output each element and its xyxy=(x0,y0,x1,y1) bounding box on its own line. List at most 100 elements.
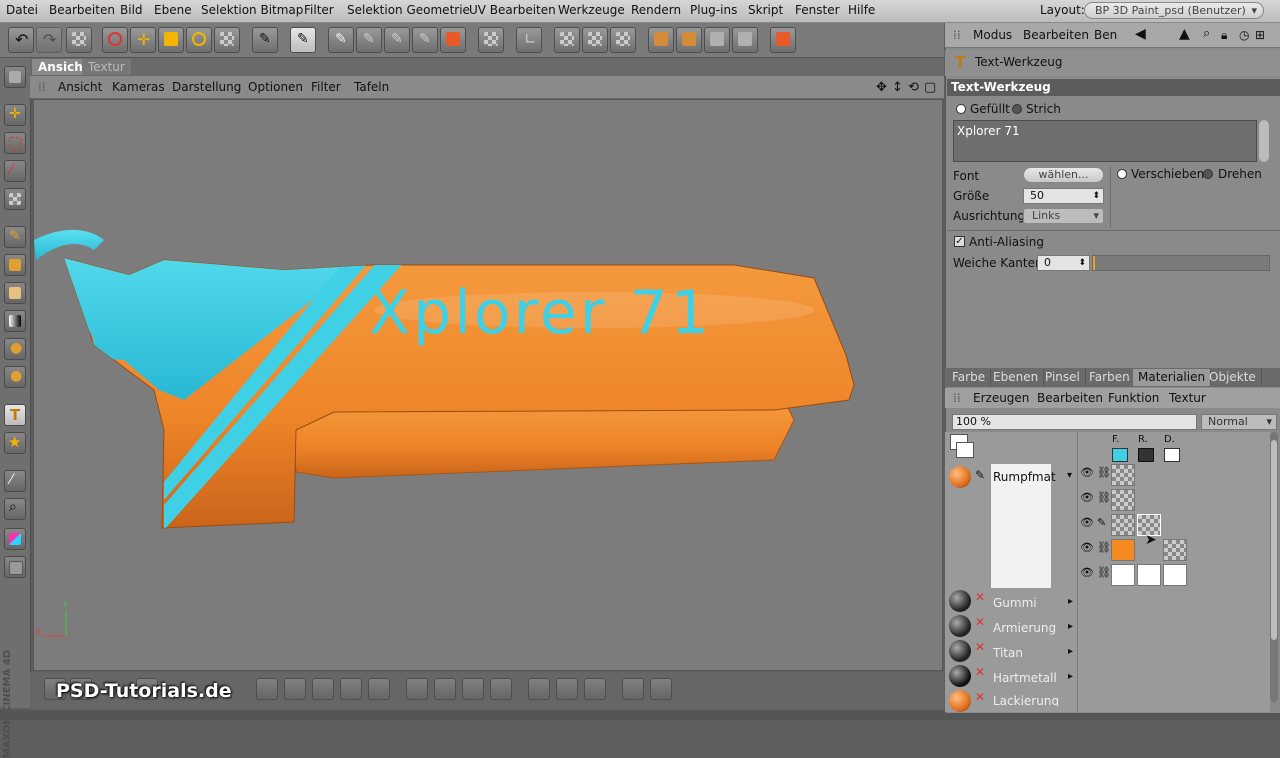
move-tool[interactable]: ✛ xyxy=(4,104,26,126)
material-scrollbar[interactable] xyxy=(1270,432,1278,702)
vmenu-ansicht[interactable]: Ansicht xyxy=(58,80,102,94)
material-ball-hartmetall[interactable] xyxy=(949,665,971,687)
tab-farben[interactable]: Farben xyxy=(1084,369,1136,386)
mask-tool[interactable] xyxy=(4,556,26,578)
zoom-tool[interactable]: ⌕ xyxy=(4,498,26,520)
fill-tool[interactable]: ● xyxy=(4,338,26,360)
chevron-right-icon[interactable]: ▸ xyxy=(1068,671,1073,682)
vmenu-kameras[interactable]: Kameras xyxy=(112,80,165,94)
menu-ebene[interactable]: Ebene xyxy=(154,3,192,17)
close-icon[interactable]: ✕ xyxy=(975,640,985,654)
brush-icon[interactable]: ✎ xyxy=(1097,516,1106,529)
menu-bearbeiten[interactable]: Bearbeiten xyxy=(49,3,115,17)
bottom-tool-16[interactable] xyxy=(622,678,644,700)
menu-selektion-bitmap[interactable]: Selektion Bitmap xyxy=(201,3,303,17)
close-icon[interactable]: ✕ xyxy=(975,615,985,629)
zoom-view-icon[interactable]: ↕ xyxy=(892,80,903,95)
menu-werkzeuge[interactable]: Werkzeuge xyxy=(558,3,625,17)
close-icon[interactable]: ✕ xyxy=(975,665,985,679)
points-mode-button[interactable] xyxy=(676,27,702,53)
color-swatch[interactable] xyxy=(4,528,26,550)
align-dropdown[interactable]: Links ▾ xyxy=(1023,208,1104,224)
move-radio[interactable] xyxy=(1117,169,1127,179)
search-icon[interactable]: ⌕ xyxy=(1203,26,1210,41)
font-choose-button[interactable]: wählen... xyxy=(1023,167,1104,183)
tab-objekte[interactable]: Objekte xyxy=(1204,369,1262,386)
material-name-hartmetall[interactable]: Hartmetall xyxy=(993,671,1057,685)
bottom-tool-7[interactable] xyxy=(340,678,362,700)
vmenu-optionen[interactable]: Optionen xyxy=(248,80,303,94)
paint-setup-button[interactable]: ✎ xyxy=(252,27,278,53)
stepper-icon[interactable]: ⬍ xyxy=(1092,189,1100,203)
material-ball-titan[interactable] xyxy=(949,640,971,662)
eraser-tool[interactable] xyxy=(4,282,26,304)
material-name-lackierung[interactable]: Lackierung xyxy=(993,694,1059,706)
vmenu-darstellung[interactable]: Darstellung xyxy=(172,80,241,94)
bottom-tool-17[interactable] xyxy=(650,678,672,700)
material-ball-rumpfmat[interactable] xyxy=(949,466,971,488)
live-selection-button[interactable] xyxy=(102,27,128,53)
stroke-radio[interactable] xyxy=(1012,104,1022,114)
polygons-mode-button[interactable] xyxy=(732,27,758,53)
smudge-tool[interactable]: ● xyxy=(4,366,26,388)
bottom-tool-5[interactable] xyxy=(284,678,306,700)
vmenu-tafeln[interactable]: Tafeln xyxy=(354,80,389,94)
bottom-tool-6[interactable] xyxy=(312,678,334,700)
coordinate-button[interactable] xyxy=(214,27,240,53)
antialias-checkbox[interactable]: ✓ xyxy=(954,236,965,247)
menu-skript[interactable]: Skript xyxy=(748,3,783,17)
menu-rendern[interactable]: Rendern xyxy=(631,3,681,17)
material-name-rumpfmat[interactable]: Rumpfmat xyxy=(993,470,1056,484)
menu-selektion-geometrie[interactable]: Selektion Geometrie xyxy=(347,3,470,17)
texture-button[interactable] xyxy=(440,27,466,53)
redo-button[interactable]: ↷ xyxy=(36,27,62,53)
new-panel-icon[interactable]: ⊞ xyxy=(1255,28,1265,42)
text-input[interactable]: Xplorer 71 xyxy=(953,120,1257,162)
paint-mode-button-3[interactable]: ✎ xyxy=(384,27,410,53)
move-view-icon[interactable]: ✥ xyxy=(876,80,887,95)
slider-handle[interactable] xyxy=(1093,256,1095,270)
tab-textur[interactable]: Textur xyxy=(82,59,131,75)
paint-projection-button[interactable]: ✎ xyxy=(328,27,354,53)
layer-cell[interactable] xyxy=(1111,514,1135,536)
material-ball-gummi[interactable] xyxy=(949,590,971,612)
menu-plugins[interactable]: Plug-ins xyxy=(690,3,737,17)
bottom-tool-14[interactable] xyxy=(556,678,578,700)
mat-menu-textur[interactable]: Textur xyxy=(1169,391,1206,405)
text-scrollbar[interactable] xyxy=(1259,120,1269,162)
move-button[interactable]: ✛ xyxy=(130,27,156,53)
layer-cell-orange[interactable] xyxy=(1111,539,1135,561)
scrollbar-thumb[interactable] xyxy=(1271,440,1277,640)
menu-uv-bearbeiten[interactable]: UV Bearbeiten xyxy=(469,3,556,17)
shape-tool[interactable]: ★ xyxy=(4,432,26,454)
menu-bild[interactable]: Bild xyxy=(120,3,143,17)
text-tool[interactable]: T xyxy=(4,404,26,426)
brush-tool[interactable]: ✎ xyxy=(4,226,26,248)
bottom-tool-4[interactable] xyxy=(256,678,278,700)
transform-tool[interactable] xyxy=(4,188,26,210)
bottom-tool-13[interactable] xyxy=(528,678,550,700)
channel-reflect-swatch[interactable] xyxy=(1138,448,1154,462)
opacity-field[interactable]: 100 % xyxy=(952,414,1197,430)
layer-cell-white[interactable] xyxy=(1163,564,1187,586)
material-ball-lackierung[interactable] xyxy=(949,690,971,712)
link-icon[interactable]: ⛓︎ xyxy=(1097,491,1111,504)
stepper-icon[interactable]: ⬍ xyxy=(1078,256,1086,270)
bottom-tool-12[interactable] xyxy=(490,678,512,700)
render-region-button[interactable] xyxy=(66,27,92,53)
3d-paint-button[interactable]: ✎ xyxy=(290,27,316,53)
close-icon[interactable]: ✕ xyxy=(975,690,985,704)
mat-menu-bearbeiten[interactable]: Bearbeiten xyxy=(1037,391,1103,405)
tab-pinsel[interactable]: Pinsel xyxy=(1040,369,1086,386)
undo-button[interactable]: ↶ xyxy=(8,27,34,53)
3d-viewport[interactable]: Xplorer 71 Y X xyxy=(33,99,943,671)
maximize-view-icon[interactable]: ▢ xyxy=(924,80,936,95)
object-mode-button[interactable] xyxy=(648,27,674,53)
stamp-tool[interactable] xyxy=(4,254,26,276)
bottom-tool-10[interactable] xyxy=(434,678,456,700)
rotate-view-icon[interactable]: ⟲ xyxy=(908,80,919,95)
tab-farbe[interactable]: Farbe xyxy=(947,369,992,386)
eye-icon[interactable]: 👁︎ xyxy=(1080,566,1094,579)
channel-color-swatch[interactable] xyxy=(1112,448,1128,462)
chevron-right-icon[interactable]: ▸ xyxy=(1068,621,1073,632)
